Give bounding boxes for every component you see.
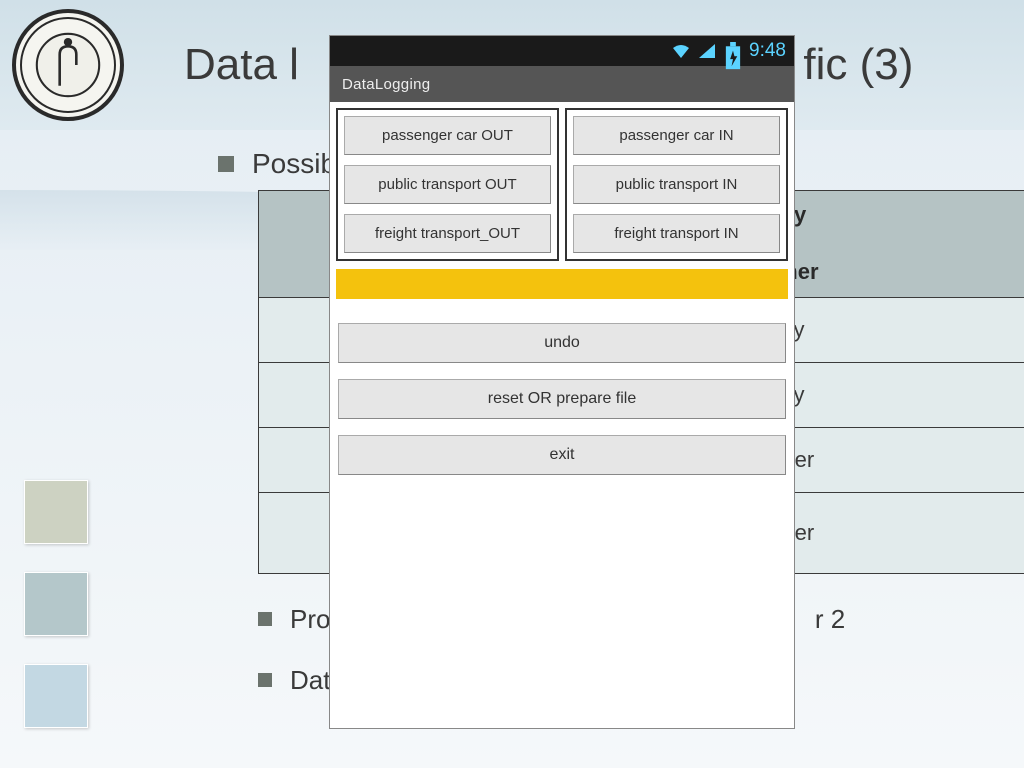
university-logo — [12, 9, 124, 121]
button-groups: passenger car OUT public transport OUT f… — [336, 108, 788, 261]
phone-content: passenger car OUT public transport OUT f… — [330, 102, 794, 481]
out-button-group: passenger car OUT public transport OUT f… — [336, 108, 559, 261]
title-left-text: Data l — [184, 40, 299, 89]
bullet-square-icon — [218, 156, 234, 172]
freight-transport-out-button[interactable]: freight transport_OUT — [344, 214, 551, 253]
reset-prepare-button[interactable]: reset OR prepare file — [338, 379, 786, 419]
bullet-2-text-right: r 2 — [815, 604, 845, 635]
app-title-text: DataLogging — [342, 76, 430, 93]
signal-icon — [697, 42, 717, 60]
phone-screenshot: 9:48 DataLogging passenger car OUT publi… — [330, 36, 794, 728]
yellow-indicator-bar — [336, 269, 788, 299]
side-squares-decor — [24, 480, 88, 756]
in-button-group: passenger car IN public transport IN fre… — [565, 108, 788, 261]
battery-icon — [723, 42, 743, 60]
freight-transport-in-button[interactable]: freight transport IN — [573, 214, 780, 253]
public-transport-out-button[interactable]: public transport OUT — [344, 165, 551, 204]
wifi-icon — [671, 42, 691, 60]
android-status-bar: 9:48 — [330, 36, 794, 66]
action-buttons: undo reset OR prepare file exit — [336, 323, 788, 475]
passenger-car-in-button[interactable]: passenger car IN — [573, 116, 780, 155]
app-title-bar: DataLogging — [330, 66, 794, 102]
passenger-car-out-button[interactable]: passenger car OUT — [344, 116, 551, 155]
clock-text: 9:48 — [749, 40, 786, 62]
decor-square — [24, 572, 88, 636]
decor-square — [24, 480, 88, 544]
undo-button[interactable]: undo — [338, 323, 786, 363]
bullet-square-icon — [258, 612, 272, 626]
bullet-1-text: Possibl — [252, 148, 342, 180]
exit-button[interactable]: exit — [338, 435, 786, 475]
bullet-square-icon — [258, 673, 272, 687]
title-right-text: fic (3) — [803, 40, 913, 89]
decor-square — [24, 664, 88, 728]
public-transport-in-button[interactable]: public transport IN — [573, 165, 780, 204]
